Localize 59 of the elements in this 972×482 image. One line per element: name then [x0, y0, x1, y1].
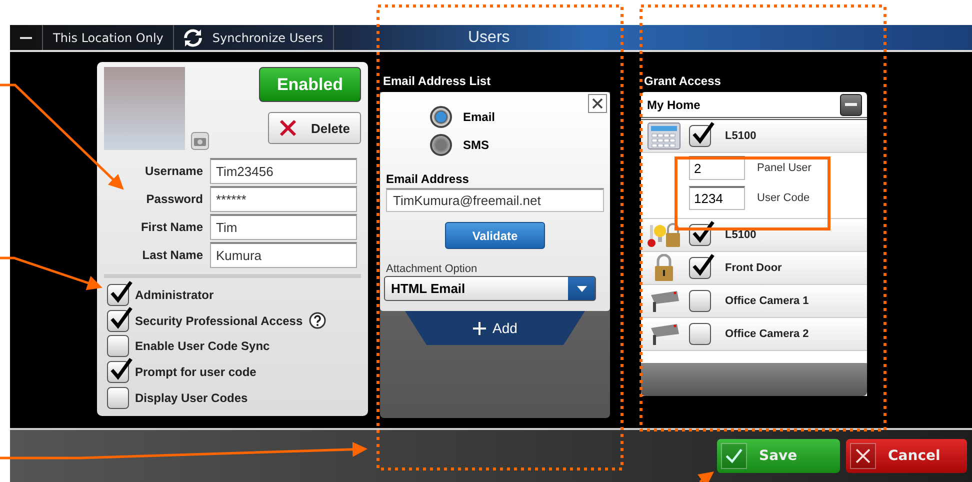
plus-icon	[472, 322, 486, 334]
field-label: Last Name	[141, 248, 203, 262]
synchronize-button[interactable]: Synchronize Users	[174, 25, 334, 50]
radio-label: SMS	[463, 138, 490, 152]
option-label: Enable User Code Sync	[135, 339, 270, 354]
x-icon	[279, 119, 297, 137]
sensor-icons	[647, 221, 681, 249]
field-label: Username	[144, 164, 203, 178]
email-input-field[interactable]: TimKumura@freemail.net	[386, 188, 604, 212]
validate-button[interactable]: Validate	[445, 222, 545, 249]
field-label: Panel User	[757, 162, 812, 174]
option-label: Security Professional Access	[135, 314, 303, 328]
add-button[interactable]: Add	[405, 311, 585, 345]
caret-icon	[576, 286, 586, 292]
checkbox[interactable]	[689, 290, 711, 312]
field-label: Attachment Option	[386, 263, 478, 275]
device-name: L5100	[725, 229, 756, 241]
device-name: Front Door	[725, 262, 782, 274]
minus-icon	[845, 102, 857, 106]
sync-icon	[184, 28, 202, 46]
field-label: First Name	[140, 220, 203, 234]
section-heading: Grant Access	[644, 74, 722, 88]
radio-button[interactable]	[430, 134, 452, 156]
input-field[interactable]: 1234	[689, 186, 745, 210]
checkbox[interactable]	[107, 335, 129, 358]
section-heading: Email Address List	[383, 74, 492, 88]
radio-button[interactable]	[430, 106, 452, 128]
radio-label: Email	[463, 110, 496, 124]
keypad-icon	[647, 122, 681, 150]
window-title: Users	[468, 29, 510, 47]
field-label: Password	[145, 192, 203, 206]
device-name: Office Camera 2	[725, 328, 809, 340]
location-filter-button[interactable]: This Location Only	[43, 25, 174, 50]
option-label: Prompt for user code	[135, 365, 256, 380]
attachment-dropdown[interactable]: HTML Email	[384, 276, 596, 301]
close-icon	[592, 98, 603, 109]
field-label: User Code	[757, 192, 810, 204]
input-field[interactable]: Tim	[210, 214, 357, 240]
delete-button[interactable]: Delete	[268, 112, 361, 144]
checkbox[interactable]	[107, 387, 129, 410]
checkbox[interactable]	[689, 323, 711, 345]
option-label: Display User Codes	[135, 391, 248, 406]
option-label: Administrator	[135, 288, 214, 302]
cancel-button[interactable]: Cancel	[846, 439, 967, 473]
input-field[interactable]: Kumura	[210, 242, 357, 268]
camera-icon[interactable]	[191, 132, 209, 150]
annotation-arrow	[698, 472, 714, 482]
help-icon[interactable]	[308, 312, 326, 330]
location-name: My Home	[647, 98, 700, 112]
close-button[interactable]	[588, 94, 607, 113]
device-name: L5100	[725, 130, 756, 142]
x-icon	[850, 443, 876, 469]
collapse-button[interactable]	[840, 94, 862, 116]
check-icon	[721, 443, 747, 469]
field-label: Email Address	[386, 172, 470, 186]
input-field[interactable]: ******	[210, 186, 357, 212]
input-field[interactable]: Tim23456	[210, 158, 357, 184]
minus-icon	[20, 36, 32, 40]
device-name: Office Camera 1	[725, 295, 809, 307]
